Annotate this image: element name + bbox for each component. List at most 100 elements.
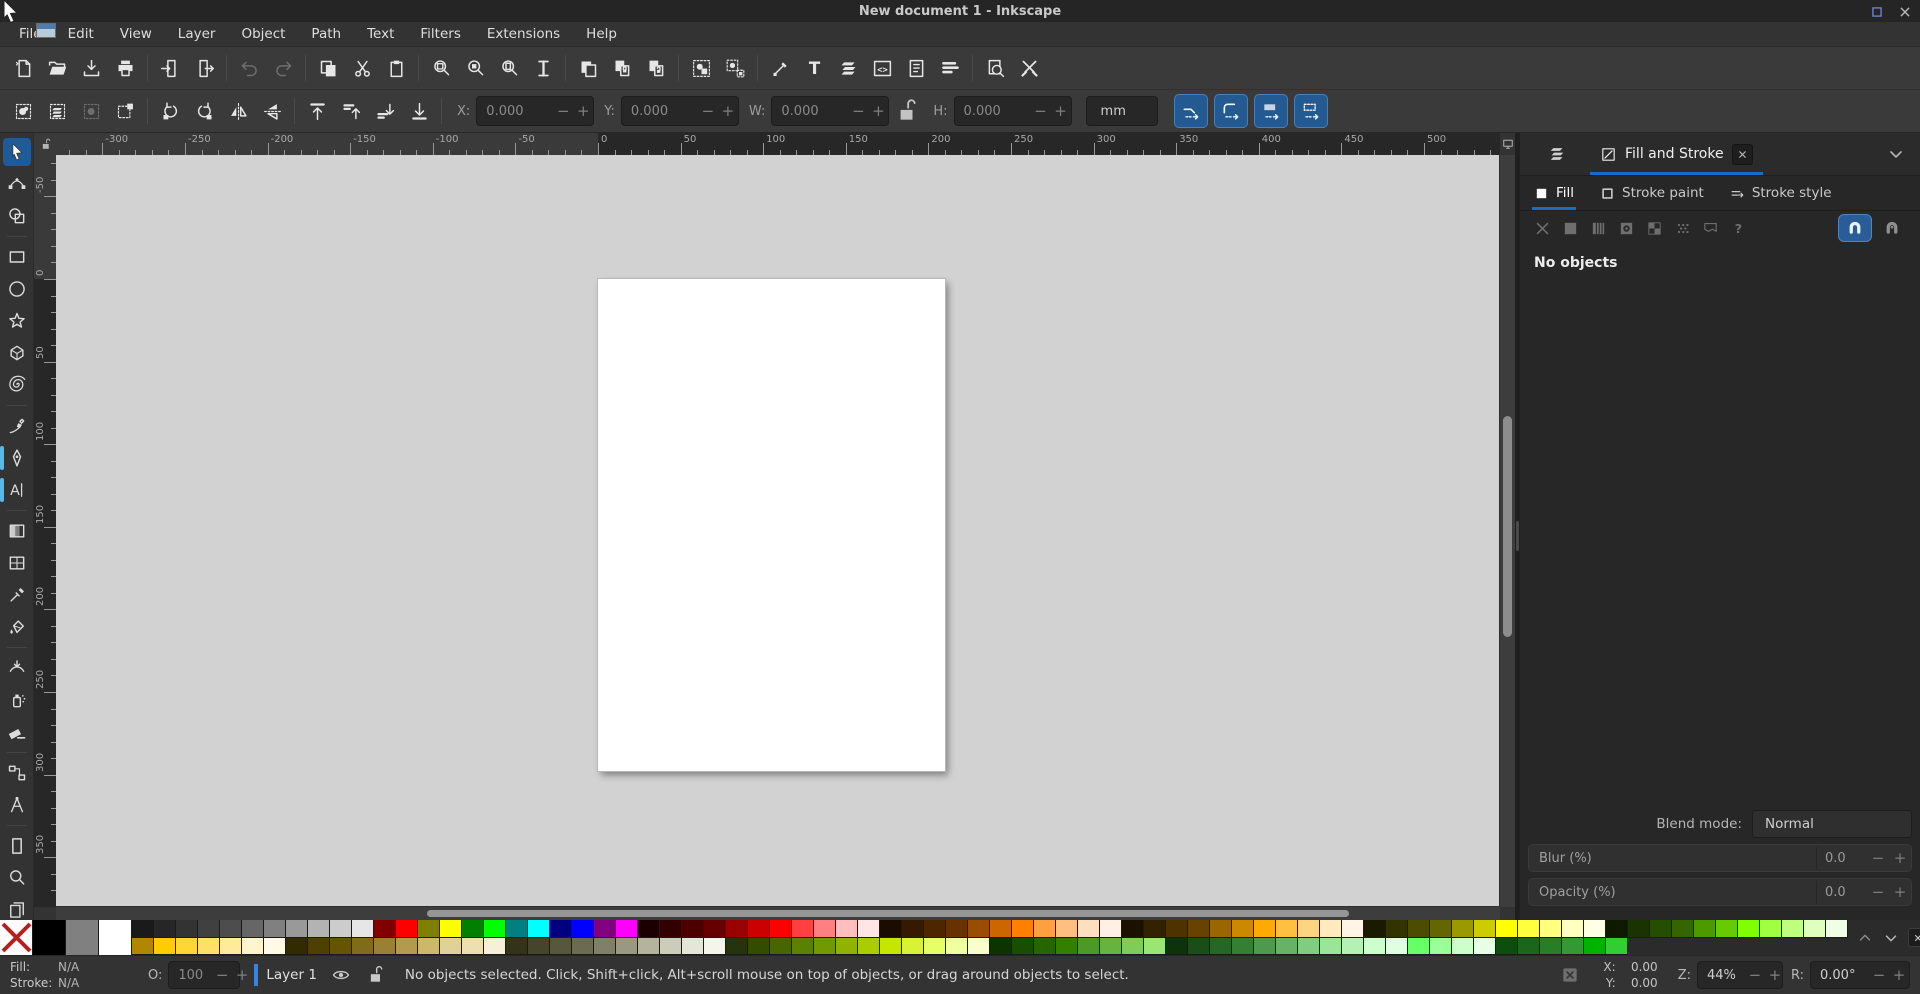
rotate-ccw-button[interactable] bbox=[153, 94, 187, 128]
palette-swatch[interactable] bbox=[1276, 920, 1298, 938]
palette-swatch[interactable] bbox=[1144, 938, 1166, 956]
palette-swatch[interactable] bbox=[1804, 920, 1826, 938]
menu-item-text[interactable]: Text bbox=[354, 22, 407, 46]
palette-swatch[interactable] bbox=[550, 938, 572, 956]
palette-swatch[interactable] bbox=[902, 938, 924, 956]
palette-swatch[interactable] bbox=[154, 938, 176, 956]
palette-swatch[interactable] bbox=[1232, 938, 1254, 956]
y-decrement[interactable]: − bbox=[698, 102, 718, 120]
text-tool[interactable]: A bbox=[3, 476, 31, 504]
palette-swatch[interactable] bbox=[1254, 938, 1276, 956]
selection-box-button[interactable] bbox=[108, 94, 142, 128]
palette-swatch[interactable] bbox=[352, 920, 374, 938]
palette-swatch[interactable] bbox=[462, 920, 484, 938]
palette-swatch[interactable] bbox=[880, 920, 902, 938]
blend-mode-dropdown[interactable]: Normal bbox=[1752, 810, 1912, 838]
maximize-button[interactable] bbox=[1870, 4, 1884, 18]
chevron-down-icon[interactable] bbox=[1886, 144, 1906, 164]
height-field[interactable]: 0.000 − + bbox=[954, 96, 1072, 126]
lock-ratio-icon[interactable] bbox=[893, 98, 919, 124]
palette-swatch[interactable] bbox=[1606, 920, 1628, 938]
zoom-field[interactable]: 44% − + bbox=[1697, 961, 1783, 989]
palette-swatch[interactable] bbox=[594, 920, 616, 938]
palette-swatch[interactable] bbox=[770, 920, 792, 938]
palette-swatch[interactable] bbox=[1056, 920, 1078, 938]
group-button[interactable] bbox=[684, 51, 718, 85]
scale-patterns-toggle[interactable] bbox=[1294, 94, 1328, 128]
palette-swatch[interactable] bbox=[792, 920, 814, 938]
palette-swatch[interactable] bbox=[616, 938, 638, 956]
spiral-tool[interactable] bbox=[3, 371, 31, 399]
canvas-viewport[interactable] bbox=[56, 155, 1500, 907]
palette-swatch[interactable] bbox=[748, 938, 770, 956]
palette-swatch[interactable] bbox=[33, 920, 66, 955]
h-decrement[interactable]: − bbox=[1031, 102, 1051, 120]
zoom-selection-button[interactable] bbox=[424, 51, 458, 85]
palette-swatch[interactable] bbox=[1760, 920, 1782, 938]
palette-swatch[interactable] bbox=[924, 920, 946, 938]
palette-swatch[interactable] bbox=[1496, 920, 1518, 938]
eraser-tool[interactable] bbox=[3, 718, 31, 746]
palette-swatch[interactable] bbox=[616, 920, 638, 938]
layers-dialog-button[interactable] bbox=[831, 51, 865, 85]
palette-swatch[interactable] bbox=[638, 938, 660, 956]
layer-visibility-eye-icon[interactable] bbox=[331, 965, 351, 985]
menu-item-filters[interactable]: Filters bbox=[407, 22, 473, 46]
palette-swatch[interactable] bbox=[1782, 920, 1804, 938]
palette-swatch[interactable] bbox=[858, 938, 880, 956]
palette-swatch[interactable] bbox=[638, 920, 660, 938]
guide-lock-icon[interactable] bbox=[34, 133, 57, 156]
palette-swatch[interactable] bbox=[1430, 920, 1452, 938]
palette-swatch[interactable] bbox=[1012, 938, 1034, 956]
palette-swatch[interactable] bbox=[1122, 920, 1144, 938]
star-tool[interactable] bbox=[3, 307, 31, 335]
width-field[interactable]: 0.000 − + bbox=[771, 96, 889, 126]
palette-swatch[interactable] bbox=[902, 920, 924, 938]
palette-swatch[interactable] bbox=[990, 920, 1012, 938]
copy-button[interactable] bbox=[311, 51, 345, 85]
page-tool[interactable] bbox=[3, 832, 31, 860]
box3d-tool[interactable] bbox=[3, 339, 31, 367]
palette-swatch[interactable] bbox=[726, 938, 748, 956]
palette-swatch[interactable] bbox=[220, 938, 242, 956]
menu-item-extensions[interactable]: Extensions bbox=[474, 22, 573, 46]
palette-swatch[interactable] bbox=[176, 938, 198, 956]
paste-button[interactable] bbox=[379, 51, 413, 85]
cut-button[interactable] bbox=[345, 51, 379, 85]
palette-swatch[interactable] bbox=[1584, 920, 1606, 938]
palette-swatch[interactable] bbox=[330, 920, 352, 938]
palette-swatch[interactable] bbox=[66, 920, 99, 955]
palette-swatch[interactable] bbox=[726, 920, 748, 938]
palette-swatch[interactable] bbox=[660, 920, 682, 938]
palette-scroll-down-icon[interactable] bbox=[1882, 929, 1900, 947]
x-field[interactable]: 0.000 − + bbox=[476, 96, 594, 126]
palette-configure-icon[interactable] bbox=[1908, 928, 1920, 947]
h-increment[interactable]: + bbox=[1051, 102, 1071, 120]
palette-swatch[interactable] bbox=[1188, 938, 1210, 956]
palette-swatch[interactable] bbox=[374, 938, 396, 956]
palette-swatch[interactable] bbox=[374, 920, 396, 938]
palette-swatch[interactable] bbox=[1496, 938, 1518, 956]
palette-swatch[interactable] bbox=[132, 920, 154, 938]
palette-swatch[interactable] bbox=[1078, 920, 1100, 938]
palette-swatch[interactable] bbox=[968, 938, 990, 956]
palette-swatch[interactable] bbox=[1144, 920, 1166, 938]
palette-swatch[interactable] bbox=[176, 920, 198, 938]
palette-swatch[interactable] bbox=[1012, 920, 1034, 938]
paint-swatch-icon[interactable] bbox=[1674, 220, 1691, 237]
opacity-decrement[interactable]: − bbox=[1867, 883, 1889, 901]
menu-item-view[interactable]: View bbox=[107, 22, 165, 46]
connector-tool[interactable] bbox=[3, 759, 31, 787]
duplicate-button[interactable] bbox=[571, 51, 605, 85]
palette-swatch[interactable] bbox=[242, 920, 264, 938]
selector-tool[interactable] bbox=[3, 138, 31, 166]
clone-button[interactable] bbox=[605, 51, 639, 85]
palette-swatch[interactable] bbox=[594, 938, 616, 956]
palette-swatch[interactable] bbox=[1188, 920, 1210, 938]
rotate-cw-button[interactable] bbox=[187, 94, 221, 128]
menu-item-layer[interactable]: Layer bbox=[165, 22, 229, 46]
y-increment[interactable]: + bbox=[718, 102, 738, 120]
unlink-clone-button[interactable] bbox=[639, 51, 673, 85]
palette-swatch[interactable] bbox=[1166, 938, 1188, 956]
palette-swatch[interactable] bbox=[792, 938, 814, 956]
